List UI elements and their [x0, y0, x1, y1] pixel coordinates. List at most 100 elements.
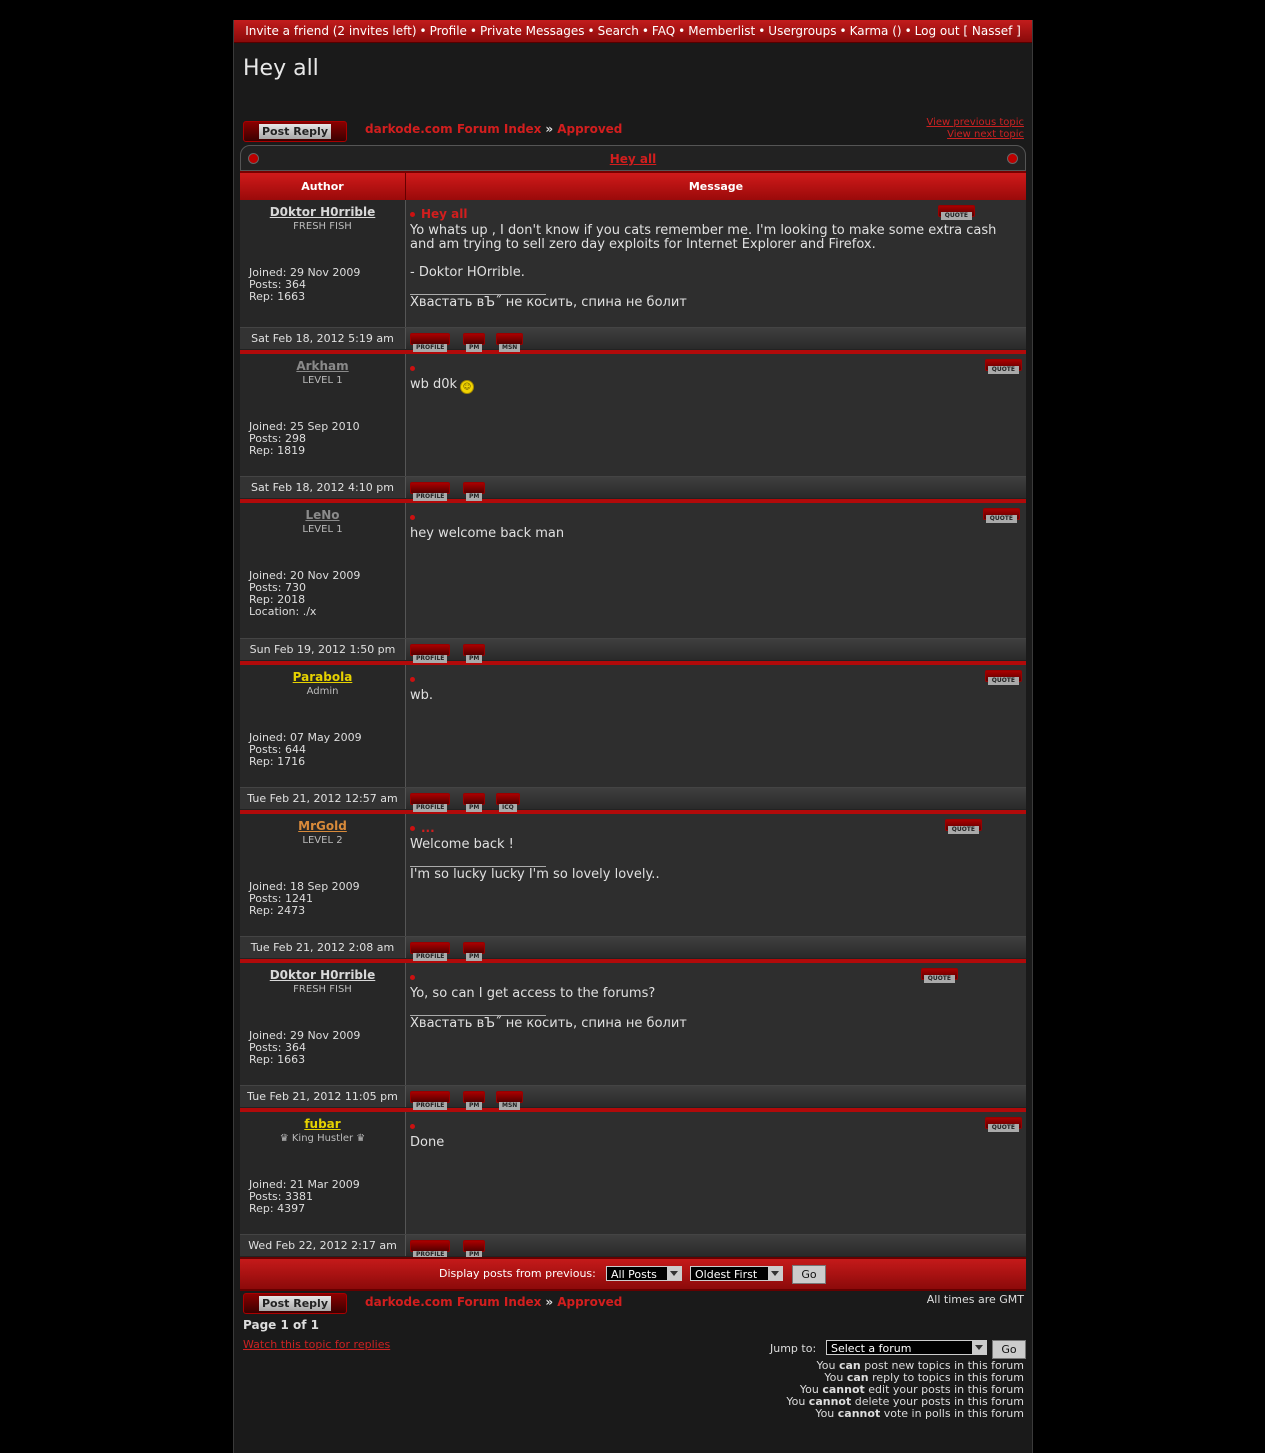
pm-button[interactable]: PM: [463, 1091, 486, 1110]
nav-pm-link[interactable]: Private Messages: [480, 24, 585, 38]
breadcrumb-forum-link[interactable]: Approved: [557, 122, 622, 136]
post-body-text: Yo whats up , I don't know if you cats r…: [410, 223, 997, 252]
nav-usergroups-link[interactable]: Usergroups: [768, 24, 836, 38]
quote-button[interactable]: QUOTE: [937, 205, 975, 220]
post-reply-button-bottom[interactable]: Post Reply: [243, 1293, 347, 1314]
author-name-link[interactable]: LeNo: [240, 508, 405, 522]
topic-caption-link[interactable]: Hey all: [610, 152, 657, 166]
post-body-extra: - Doktor HOrrible.: [410, 265, 525, 280]
msn-button[interactable]: MSN: [496, 333, 524, 352]
author-stats: Joined: 29 Nov 2009 Posts: 364 Rep: 1663: [249, 267, 360, 303]
pm-button[interactable]: PM: [463, 644, 486, 663]
author-name-link[interactable]: D0ktor H0rrible: [240, 968, 405, 982]
author-rep: Rep: 2473: [249, 904, 306, 917]
author-rank: Admin: [306, 686, 339, 697]
post-body: wb d0k ☺: [410, 378, 1011, 394]
nav-invite-link[interactable]: Invite a friend (2 invites left): [245, 24, 416, 38]
author-rank: ♛ King Hustler ♛: [279, 1133, 366, 1144]
breadcrumb-bottom: darkode.com Forum Index » Approved: [365, 1295, 622, 1309]
profile-button[interactable]: PROFILE: [410, 1240, 451, 1259]
view-next-topic-link[interactable]: View next topic: [926, 129, 1024, 141]
jump-to-forum-select[interactable]: Select a forum: [826, 1340, 987, 1355]
post-message-cell: QUOTE wb d0k ☺: [406, 354, 1026, 476]
post-footer: Tue Feb 21, 2012 2:08 am PROFILE PM: [240, 937, 1026, 961]
profile-button[interactable]: PROFILE: [410, 644, 451, 663]
post-row: Arkham LEVEL 1 Joined: 25 Sep 2010 Posts: 2…: [240, 350, 1026, 477]
icq-button[interactable]: ICQ: [496, 793, 520, 812]
posts-range-select[interactable]: All Posts: [606, 1266, 682, 1281]
table-caption: Hey all: [240, 145, 1026, 171]
quote-button[interactable]: QUOTE: [982, 508, 1020, 523]
post-date: Tue Feb 21, 2012 11:05 pm: [240, 1086, 406, 1107]
quote-button[interactable]: QUOTE: [984, 1117, 1022, 1132]
author-name-link[interactable]: fubar: [240, 1117, 405, 1131]
author-rep: Rep: 4397: [249, 1202, 306, 1215]
profile-button[interactable]: PROFILE: [410, 793, 451, 812]
breadcrumb-arrow: »: [545, 1295, 554, 1309]
pm-button[interactable]: PM: [463, 1240, 486, 1259]
profile-button[interactable]: PROFILE: [410, 942, 451, 961]
watch-topic-link[interactable]: Watch this topic for replies: [243, 1338, 390, 1351]
post-footer: Sat Feb 18, 2012 5:19 am PROFILE PM MSN: [240, 328, 1026, 352]
view-previous-topic-link[interactable]: View previous topic: [926, 117, 1024, 129]
nav-faq-link[interactable]: FAQ: [652, 24, 675, 38]
post-date: Sun Feb 19, 2012 1:50 pm: [240, 639, 406, 660]
post-signature: Хваcтать вЪ˝ не косить, спина не болит: [410, 294, 687, 310]
post-body: hey welcome back man: [410, 527, 1011, 541]
author-name-link[interactable]: D0ktor H0rrible: [240, 205, 405, 219]
breadcrumb-index-link[interactable]: darkode.com Forum Index: [365, 1295, 541, 1309]
post-date: Tue Feb 21, 2012 2:08 am: [240, 937, 406, 958]
post-reply-button[interactable]: Post Reply: [243, 121, 347, 142]
author-stats: Joined: 18 Sep 2009 Posts: 1241 Rep: 2473: [249, 881, 360, 917]
quote-button[interactable]: QUOTE: [944, 819, 982, 834]
post-date: Sat Feb 18, 2012 4:10 pm: [240, 477, 406, 498]
msn-button[interactable]: MSN: [496, 1091, 524, 1110]
posts-order-select[interactable]: Oldest First: [690, 1266, 783, 1281]
post-body-text: wb d0k: [410, 377, 458, 392]
post-body: Welcome back ! I'm so lucky lucky I'm so …: [410, 838, 1011, 882]
author-stats: Joined: 21 Mar 2009 Posts: 3381 Rep: 4397: [249, 1179, 360, 1215]
post-body-text: Welcome back !: [410, 837, 514, 852]
post-row: D0ktor H0rrible FRESH FISH Joined: 29 Nov …: [240, 959, 1026, 1086]
post-message-cell: QUOTE hey welcome back man: [406, 503, 1026, 638]
post-action-buttons: PROFILE PM MSN: [406, 328, 1026, 352]
pm-button[interactable]: PM: [463, 482, 486, 501]
quote-button[interactable]: QUOTE: [984, 359, 1022, 374]
post-author-cell: Parabola Admin Joined: 07 May 2009 Posts: 6…: [240, 665, 406, 787]
post-message-cell: ... QUOTE Welcome back ! I'm so lucky lucky…: [406, 814, 1026, 936]
profile-button[interactable]: PROFILE: [410, 1091, 451, 1110]
breadcrumb-forum-link[interactable]: Approved: [557, 1295, 622, 1309]
nav-logout-link[interactable]: Log out [ Nassef ]: [915, 24, 1021, 38]
post-message-cell: QUOTE Yo, so can I get access to the foru…: [406, 963, 1026, 1085]
profile-button[interactable]: PROFILE: [410, 333, 451, 352]
post-subject: [410, 510, 421, 524]
post-row: Parabola Admin Joined: 07 May 2009 Posts: 6…: [240, 661, 1026, 788]
post-date: Sat Feb 18, 2012 5:19 am: [240, 328, 406, 349]
author-name-link[interactable]: Parabola: [240, 670, 405, 684]
post-author-cell: Arkham LEVEL 1 Joined: 25 Sep 2010 Posts: 2…: [240, 354, 406, 476]
permission-line: You cannot vote in polls in this forum: [815, 1407, 1024, 1420]
nav-search-link[interactable]: Search: [598, 24, 639, 38]
profile-button[interactable]: PROFILE: [410, 482, 451, 501]
pm-button[interactable]: PM: [463, 942, 486, 961]
pm-button[interactable]: PM: [463, 333, 486, 352]
post-subject: [410, 672, 421, 686]
nav-memberlist-link[interactable]: Memberlist: [688, 24, 755, 38]
quote-button[interactable]: QUOTE: [920, 968, 958, 983]
display-go-button[interactable]: Go: [792, 1265, 826, 1284]
post-message-cell: Hey all QUOTE Yo whats up , I don't know i…: [406, 200, 1026, 327]
pm-button[interactable]: PM: [463, 793, 486, 812]
author-name-link[interactable]: Arkham: [240, 359, 405, 373]
quote-button[interactable]: QUOTE: [984, 670, 1022, 685]
breadcrumb-index-link[interactable]: darkode.com Forum Index: [365, 122, 541, 136]
nav-profile-link[interactable]: Profile: [430, 24, 467, 38]
post-action-buttons: PROFILE PM ICQ: [406, 788, 1026, 812]
post-footer: Tue Feb 21, 2012 11:05 pm PROFILE PM MSN: [240, 1086, 1026, 1110]
author-column-header: Author: [240, 173, 406, 200]
post-body: wb.: [410, 689, 1011, 703]
jump-go-button[interactable]: Go: [992, 1340, 1026, 1359]
post-row: MrGold LEVEL 2 Joined: 18 Sep 2009 Posts: 1…: [240, 810, 1026, 937]
breadcrumb-arrow: »: [545, 122, 554, 136]
nav-karma-link[interactable]: Karma (): [850, 24, 902, 38]
author-name-link[interactable]: MrGold: [240, 819, 405, 833]
